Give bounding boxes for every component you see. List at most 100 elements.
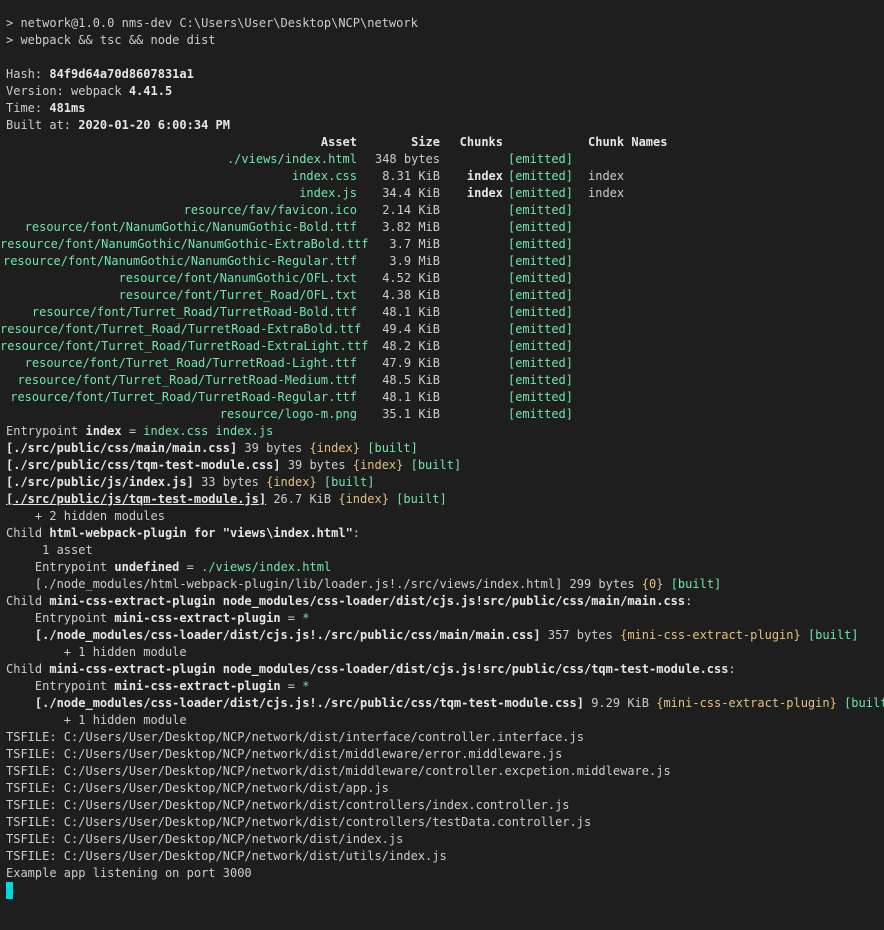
module-size: 39 bytes: [237, 441, 310, 455]
asset-size: 2.14 KiB: [382, 203, 440, 217]
assets-table: Asset Size Chunks Chunk Names ./views/in…: [0, 134, 884, 423]
asset-size: 4.38 KiB: [382, 288, 440, 302]
child-html-plugin-line: Child html-webpack-plugin for "views\ind…: [0, 525, 884, 542]
header-asset: Asset: [320, 135, 357, 149]
asset-size: 34.4 KiB: [382, 186, 440, 200]
asset-row: resource/font/NanumGothic/NanumGothic-Ex…: [0, 236, 884, 253]
child-module-built-tag: [built]: [800, 628, 859, 642]
asset-status: [emitted]: [507, 254, 573, 268]
child-entrypoint-label: Entrypoint: [6, 611, 115, 625]
asset-chunks: [440, 219, 503, 236]
asset-status: [emitted]: [507, 186, 573, 200]
child-name: html-webpack-plugin for "views\index.htm…: [49, 526, 353, 540]
asset-status: [emitted]: [507, 305, 573, 319]
version-label: Version: webpack: [6, 84, 129, 98]
asset-size: 8.31 KiB: [382, 169, 440, 183]
hash-label: Hash:: [6, 67, 50, 81]
terminal-window[interactable]: > network@1.0.0 nms-dev C:\Users\User\De…: [0, 0, 884, 930]
module-path: [./src/public/js/index.js]: [6, 475, 194, 489]
asset-chunk-names: [573, 202, 738, 219]
asset-size: 3.9 MiB: [389, 254, 440, 268]
child-entrypoint-label: Entrypoint: [6, 679, 115, 693]
asset-row: ./views/index.html 348 bytes [emitted]: [0, 151, 884, 168]
asset-chunk-names: [573, 253, 738, 270]
assets-table-header: Asset Size Chunks Chunk Names: [0, 134, 884, 151]
asset-name: resource/font/NanumGothic/OFL.txt: [118, 271, 357, 285]
module-path: [./src/public/css/tqm-test-module.css]: [6, 458, 281, 472]
module-line: [./src/public/js/index.js] 33 bytes {ind…: [0, 474, 884, 491]
asset-name: resource/font/NanumGothic/NanumGothic-Bo…: [24, 220, 357, 234]
version-value: 4.41.5: [128, 84, 173, 98]
asset-name: resource/font/Turret_Road/TurretRoad-Reg…: [10, 390, 357, 404]
hidden-modules-line: + 1 hidden module: [6, 645, 187, 659]
child-module-size: 299 bytes: [562, 577, 642, 591]
child-entrypoint-file: ./views/index.html: [201, 560, 332, 574]
asset-name: resource/font/NanumGothic/NanumGothic-Ex…: [0, 237, 369, 251]
child-entrypoint-line: Entrypoint undefined = ./views/index.htm…: [0, 559, 884, 576]
asset-row: resource/font/Turret_Road/TurretRoad-Ext…: [0, 321, 884, 338]
asset-status: [emitted]: [507, 373, 573, 387]
prompt-line[interactable]: [0, 882, 884, 899]
child-module-line: [./node_modules/css-loader/dist/cjs.js!.…: [0, 695, 884, 712]
asset-size: 348 bytes: [374, 152, 440, 166]
child-suffix: :: [352, 526, 361, 540]
asset-chunks: [440, 151, 503, 168]
child-name: mini-css-extract-plugin node_modules/css…: [49, 594, 686, 608]
built-at-value: 2020-01-20 6:00:34 PM: [78, 118, 230, 132]
asset-status: [emitted]: [507, 169, 573, 183]
entrypoint-eq: =: [121, 424, 144, 438]
asset-status: [emitted]: [507, 220, 573, 234]
asset-row: index.css 8.31 KiB index [emitted] index: [0, 168, 884, 185]
text-cursor: [6, 882, 13, 899]
module-built-tag: [built]: [396, 492, 447, 506]
asset-size: 48.2 KiB: [382, 339, 440, 353]
asset-chunks: [440, 406, 503, 423]
module-line: [./src/public/css/tqm-test-module.css] 3…: [0, 457, 884, 474]
child-entrypoint-label: Entrypoint: [6, 560, 115, 574]
header-chunks: Chunks: [459, 135, 503, 149]
tsfile-line: TSFILE: C:/Users/User/Desktop/NCP/networ…: [6, 832, 404, 846]
asset-chunk-names: [573, 406, 738, 423]
asset-row: resource/font/NanumGothic/NanumGothic-Re…: [0, 253, 884, 270]
child-css-tqm-line: Child mini-css-extract-plugin node_modul…: [0, 661, 884, 678]
asset-chunk-names: [573, 270, 738, 287]
child-entrypoint-eq: =: [280, 679, 303, 693]
asset-name: resource/font/Turret_Road/TurretRoad-Ext…: [0, 322, 362, 336]
child-suffix: :: [728, 662, 736, 676]
asset-chunks: [440, 389, 503, 406]
child-module-path: [./node_modules/css-loader/dist/cjs.js!.…: [6, 696, 584, 710]
child-css-main-line: Child mini-css-extract-plugin node_modul…: [0, 593, 884, 610]
asset-size: 48.1 KiB: [382, 305, 440, 319]
asset-size: 35.1 KiB: [382, 407, 440, 421]
asset-name: resource/fav/favicon.ico: [183, 203, 357, 217]
asset-size: 49.4 KiB: [382, 322, 440, 336]
entrypoint-line: Entrypoint index = index.css index.js: [0, 423, 884, 440]
asset-chunk-names: [573, 372, 738, 389]
asset-chunk-names: [573, 304, 738, 321]
module-chunk: {index}: [309, 441, 361, 455]
asset-chunks: [440, 338, 503, 355]
module-size: 33 bytes: [193, 475, 267, 489]
asset-chunks: index: [466, 169, 503, 183]
child-entrypoint-eq: =: [280, 611, 303, 625]
header-blank: [503, 134, 573, 151]
asset-size: 3.82 MiB: [382, 220, 440, 234]
asset-chunk-names: [573, 321, 738, 338]
asset-status: [emitted]: [507, 390, 573, 404]
entrypoint-name: index: [85, 424, 122, 438]
asset-chunk-names: [573, 287, 738, 304]
listening-line: Example app listening on port 3000: [6, 866, 252, 880]
time-line: Time: 481ms: [0, 100, 884, 117]
asset-name: resource/font/Turret_Road/TurretRoad-Bol…: [31, 305, 357, 319]
entrypoint-label: Entrypoint: [6, 424, 86, 438]
asset-status: [emitted]: [507, 407, 573, 421]
asset-row: resource/font/Turret_Road/TurretRoad-Bol…: [0, 304, 884, 321]
child-module-line: [./node_modules/html-webpack-plugin/lib/…: [0, 576, 884, 593]
asset-row: resource/font/NanumGothic/NanumGothic-Bo…: [0, 219, 884, 236]
asset-chunk-names: [573, 151, 738, 168]
module-chunk: {index}: [338, 492, 389, 506]
version-line: Version: webpack 4.41.5: [0, 83, 884, 100]
child-module-path: [./node_modules/css-loader/dist/cjs.js!.…: [6, 628, 541, 642]
child-entrypoint-eq: =: [179, 560, 202, 574]
